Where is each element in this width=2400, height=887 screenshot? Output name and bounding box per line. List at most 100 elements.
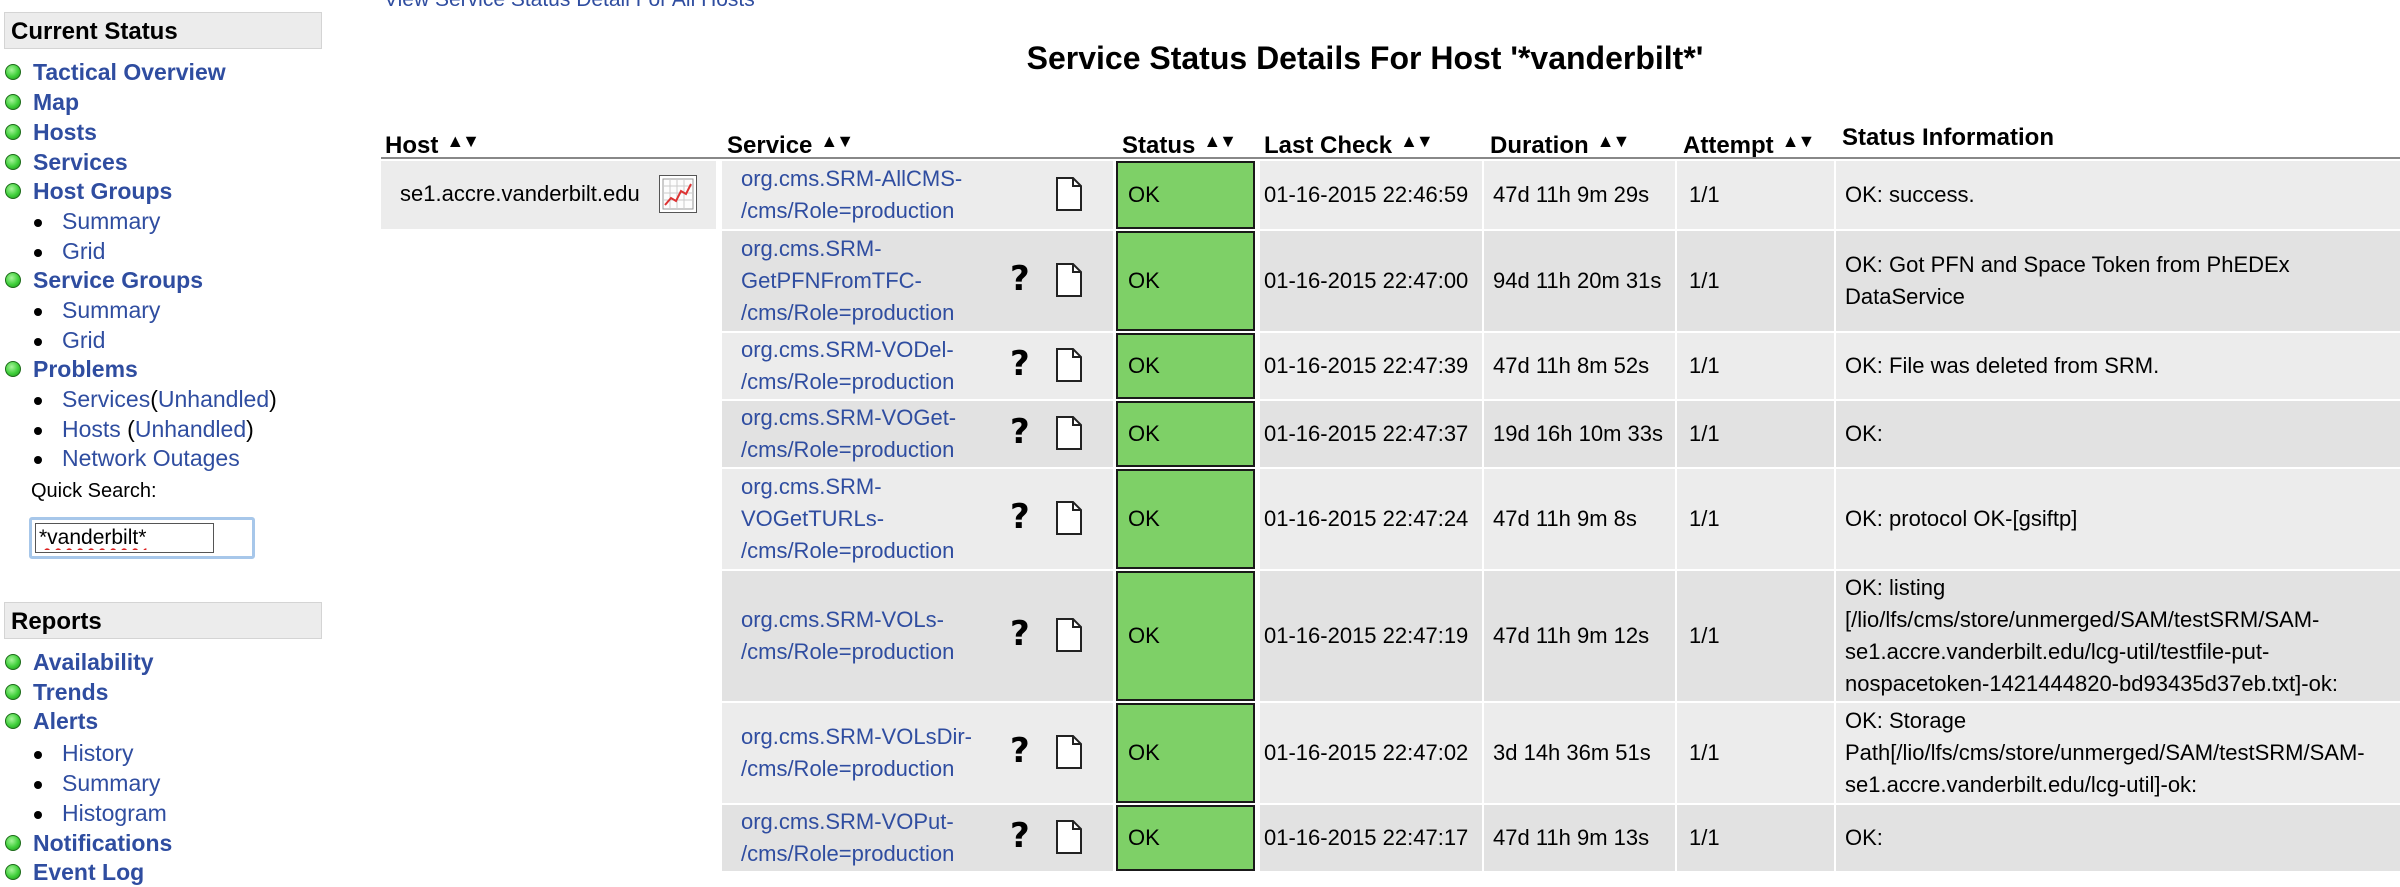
document-icon[interactable] — [1055, 617, 1083, 653]
status-dot-icon — [5, 272, 21, 288]
duration-value: 94d 11h 20m 31s — [1493, 268, 1662, 293]
column-header-service[interactable]: Service ▲▼ — [727, 124, 854, 159]
status-information-line: OK: — [1845, 825, 1883, 850]
sort-arrows-icon[interactable]: ▲▼ — [1203, 124, 1237, 158]
help-question-icon[interactable]: ? — [1010, 816, 1030, 856]
document-icon[interactable] — [1055, 347, 1083, 383]
document-icon[interactable] — [1055, 819, 1083, 855]
trends-link[interactable]: Trends — [33, 677, 108, 707]
sort-arrows-icon[interactable]: ▲▼ — [1782, 124, 1816, 158]
status-cell: OK — [1116, 469, 1255, 569]
duration-value: 47d 11h 9m 13s — [1493, 825, 1650, 850]
problems-services-unhandled-link[interactable]: Unhandled — [158, 386, 269, 412]
host-groups-summary-link[interactable]: Summary — [62, 206, 160, 236]
status-information-line: OK: Got PFN and Space Token from PhEDEx — [1845, 252, 2290, 277]
service-groups-summary-link[interactable]: Summary — [62, 295, 160, 325]
column-header-attempt[interactable]: Attempt ▲▼ — [1683, 124, 1816, 159]
services-link[interactable]: Services — [33, 147, 128, 177]
problems-link[interactable]: Problems — [33, 354, 138, 384]
host-groups-grid-link[interactable]: Grid — [62, 236, 105, 266]
help-question-icon[interactable]: ? — [1010, 497, 1030, 537]
service-link[interactable]: org.cms.SRM-VOPut- /cms/Role=production — [741, 806, 954, 870]
service-link-line: org.cms.SRM-AllCMS- — [741, 166, 963, 191]
status-information: OK: Storage Path[/lio/lfs/cms/store/unmer… — [1845, 705, 2385, 801]
paren-close: ) — [246, 416, 254, 442]
graph-icon[interactable] — [659, 175, 697, 213]
help-question-icon[interactable]: ? — [1010, 259, 1030, 299]
column-header-status-information: Status Information — [1842, 124, 2055, 151]
sort-arrows-icon[interactable]: ▲▼ — [446, 124, 480, 158]
bullet-icon — [34, 781, 42, 789]
alerts-history-link[interactable]: History — [62, 738, 134, 768]
sort-arrows-icon[interactable]: ▲▼ — [820, 124, 854, 158]
reports-header: Reports — [4, 602, 322, 639]
column-header-last-check[interactable]: Last Check ▲▼ — [1264, 124, 1434, 159]
service-groups-link[interactable]: Service Groups — [33, 265, 203, 295]
document-icon[interactable] — [1055, 262, 1083, 298]
quick-search-input[interactable] — [35, 523, 214, 553]
hosts-link[interactable]: Hosts — [33, 117, 97, 147]
status-information-line: OK: File was deleted from SRM. — [1845, 353, 2160, 378]
paren-open: ( — [120, 416, 135, 442]
notifications-link[interactable]: Notifications — [33, 828, 172, 858]
attempt-value: 1/1 — [1689, 506, 1720, 531]
column-header-host[interactable]: Host ▲▼ — [385, 124, 480, 159]
map-link[interactable]: Map — [33, 87, 79, 117]
service-link-line: /cms/Role=production — [741, 300, 955, 325]
quick-search-label: Quick Search: — [31, 480, 157, 502]
status-information-line: [/lio/lfs/cms/store/unmerged/SAM/testSRM… — [1845, 607, 2320, 632]
service-groups-grid-link[interactable]: Grid — [62, 325, 105, 355]
problems-hosts-link[interactable]: Hosts — [62, 416, 121, 442]
host-name-link[interactable]: se1.accre.vanderbilt.edu — [400, 181, 640, 207]
problems-hosts-unhandled-link[interactable]: Unhandled — [135, 416, 246, 442]
event-log-link[interactable]: Event Log — [33, 857, 144, 887]
status-information-line: OK: listing — [1845, 575, 1946, 600]
availability-link[interactable]: Availability — [33, 647, 154, 677]
help-question-icon[interactable]: ? — [1010, 412, 1030, 452]
document-icon[interactable] — [1055, 500, 1083, 536]
service-link-line: /cms/Role=production — [741, 369, 955, 394]
help-question-icon[interactable]: ? — [1010, 344, 1030, 384]
document-icon[interactable] — [1055, 176, 1083, 212]
bullet-icon — [34, 219, 42, 227]
service-link[interactable]: org.cms.SRM- GetPFNFromTFC- /cms/Role=prod… — [741, 233, 954, 329]
service-link[interactable]: org.cms.SRM-VOLs- /cms/Role=production — [741, 604, 954, 668]
service-link-line: /cms/Role=production — [741, 198, 955, 223]
status-dot-icon — [5, 94, 21, 110]
service-link[interactable]: org.cms.SRM-VOLsDir- /cms/Role=production — [741, 721, 972, 785]
attempt-value: 1/1 — [1689, 353, 1720, 378]
service-link-line: org.cms.SRM-VOLs- — [741, 607, 944, 632]
alerts-histogram-link[interactable]: Histogram — [62, 798, 167, 828]
last-check-value: 01-16-2015 22:47:24 — [1264, 506, 1469, 531]
column-header-status[interactable]: Status ▲▼ — [1122, 124, 1237, 159]
service-link-line: /cms/Role=production — [741, 756, 955, 781]
last-check-value: 01-16-2015 22:47:39 — [1264, 353, 1469, 378]
alerts-summary-link[interactable]: Summary — [62, 768, 160, 798]
problems-services-link[interactable]: Services — [62, 386, 150, 412]
sort-arrows-icon[interactable]: ▲▼ — [1400, 124, 1434, 158]
last-check-value: 01-16-2015 22:47:17 — [1264, 825, 1469, 850]
service-link[interactable]: org.cms.SRM-VOGet- /cms/Role=production — [741, 402, 956, 466]
all-hosts-detail-link[interactable]: View Service Status Detail For All Hosts — [384, 0, 755, 12]
status-text: OK — [1128, 268, 1160, 293]
bullet-icon — [34, 456, 42, 464]
column-header-duration[interactable]: Duration ▲▼ — [1490, 124, 1631, 159]
help-question-icon[interactable]: ? — [1010, 731, 1030, 771]
document-icon[interactable] — [1055, 415, 1083, 451]
status-dot-icon — [5, 154, 21, 170]
service-link-line: org.cms.SRM-VOPut- — [741, 809, 954, 834]
status-dot-icon — [5, 864, 21, 880]
duration-value: 47d 11h 9m 8s — [1493, 506, 1637, 531]
host-groups-link[interactable]: Host Groups — [33, 176, 172, 206]
network-outages-link[interactable]: Network Outages — [62, 443, 240, 473]
status-information: OK: protocol OK-[gsiftp] — [1845, 503, 2385, 535]
alerts-link[interactable]: Alerts — [33, 706, 98, 736]
service-link[interactable]: org.cms.SRM-VODel- /cms/Role=production — [741, 334, 954, 398]
service-link[interactable]: org.cms.SRM- VOGetTURLs- /cms/Role=product… — [741, 471, 954, 567]
sort-arrows-icon[interactable]: ▲▼ — [1597, 124, 1631, 158]
help-question-icon[interactable]: ? — [1010, 614, 1030, 654]
status-information-line: OK: protocol OK-[gsiftp] — [1845, 506, 2078, 531]
document-icon[interactable] — [1055, 734, 1083, 770]
service-link[interactable]: org.cms.SRM-AllCMS- /cms/Role=production — [741, 163, 962, 227]
duration-value: 47d 11h 9m 12s — [1493, 623, 1650, 648]
